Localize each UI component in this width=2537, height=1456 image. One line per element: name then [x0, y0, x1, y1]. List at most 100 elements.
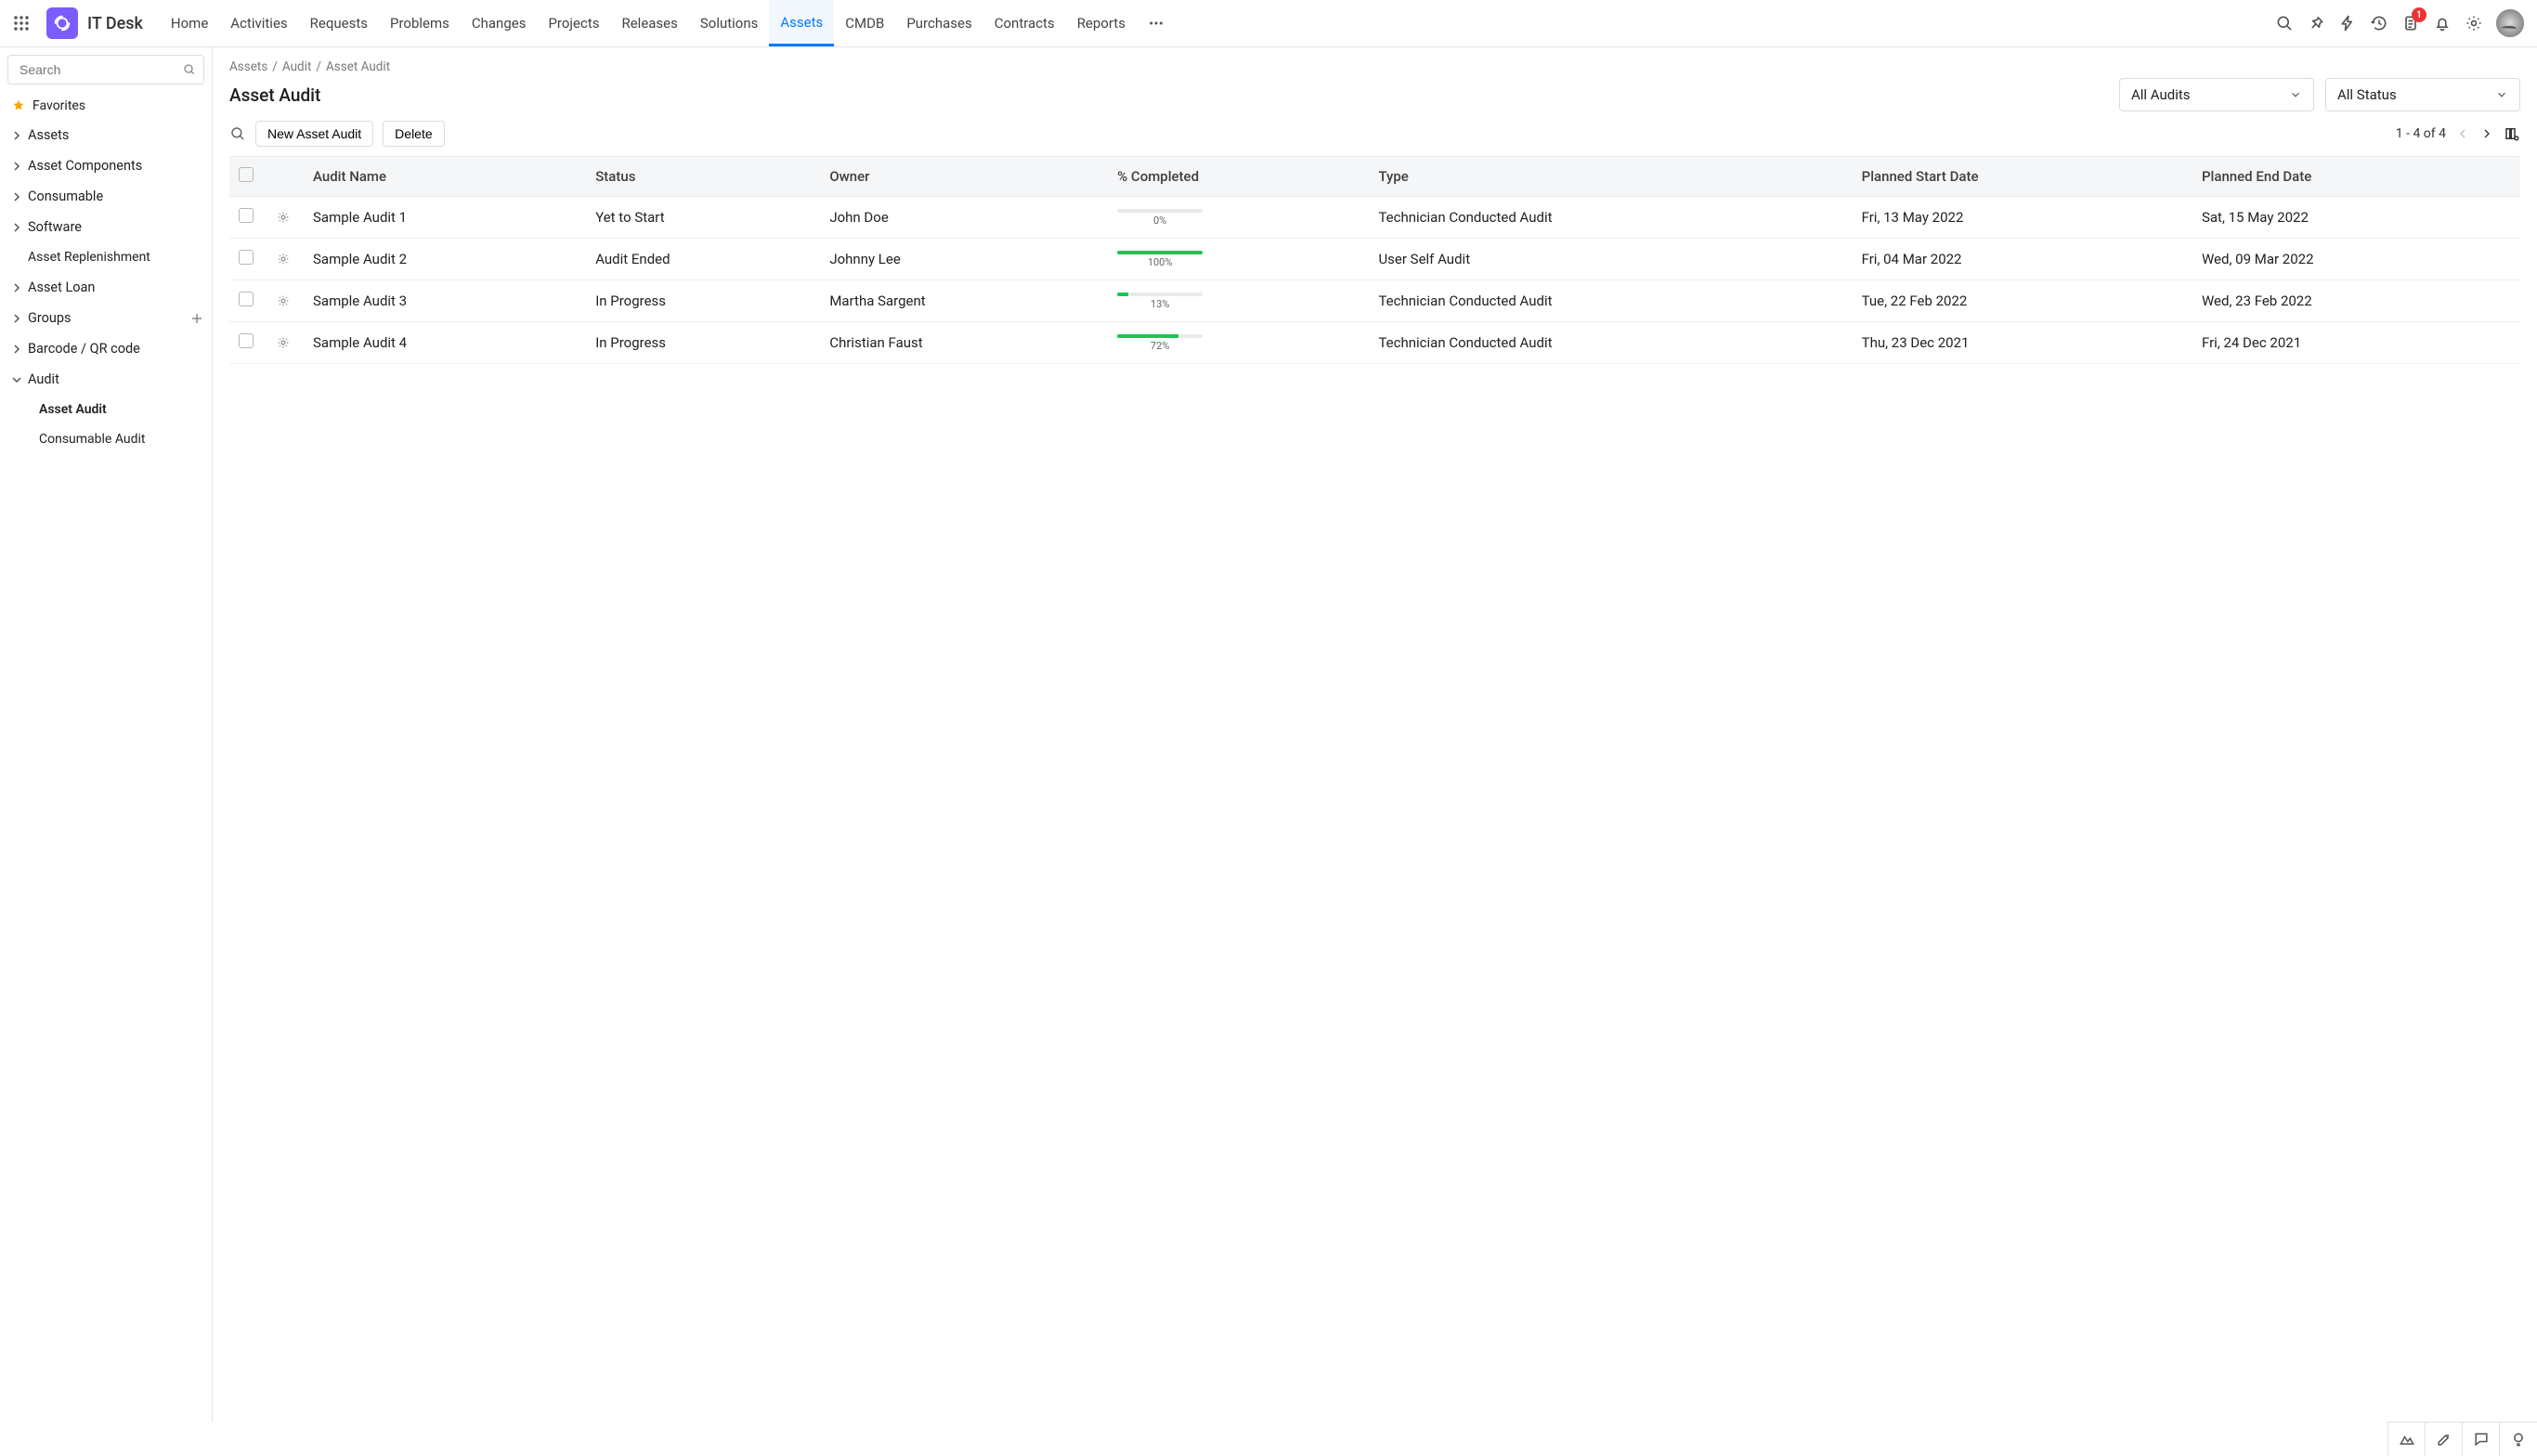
avatar[interactable] [2496, 9, 2524, 37]
row-actions-icon[interactable] [267, 280, 304, 322]
breadcrumb-item[interactable]: Audit [282, 59, 312, 74]
delete-button[interactable]: Delete [383, 121, 444, 147]
add-icon[interactable] [191, 313, 202, 324]
search-icon[interactable] [2275, 14, 2294, 32]
sidebar-item-label: Audit [28, 371, 59, 387]
col-owner[interactable]: Owner [820, 157, 1108, 197]
sidebar: Favorites Assets Asset Components Consumab… [0, 47, 213, 1423]
audit-table: Audit Name Status Owner % Completed Type… [229, 156, 2520, 364]
row-checkbox[interactable] [239, 250, 254, 265]
bolt-icon[interactable] [2338, 14, 2357, 32]
search-input[interactable] [7, 55, 204, 84]
nav-item-cmdb[interactable]: CMDB [834, 0, 895, 46]
sidebar-item-label: Asset Audit [39, 402, 107, 417]
sidebar-item-consumable-audit[interactable]: Consumable Audit [0, 424, 212, 454]
table-row[interactable]: Sample Audit 2Audit EndedJohnny Lee100%U… [229, 239, 2520, 280]
row-actions-icon[interactable] [267, 239, 304, 280]
app-logo[interactable] [46, 7, 78, 39]
sidebar-item-software[interactable]: Software [0, 212, 212, 242]
nav-item-problems[interactable]: Problems [379, 0, 461, 46]
table-row[interactable]: Sample Audit 1Yet to StartJohn Doe0%Tech… [229, 197, 2520, 239]
sidebar-item-asset-replenishment[interactable]: Asset Replenishment [0, 242, 212, 272]
filter-audits-dropdown[interactable]: All Audits [2119, 78, 2314, 111]
sidebar-item-asset-audit[interactable]: Asset Audit [0, 395, 212, 424]
page-title: Asset Audit [229, 84, 320, 106]
row-checkbox[interactable] [239, 208, 254, 223]
nav: HomeActivitiesRequestsProblemsChangesPro… [160, 0, 1137, 46]
sidebar-item-audit[interactable]: Audit [0, 364, 212, 395]
toolbar: New Asset Audit Delete 1 - 4 of 4 [229, 121, 2520, 147]
cell-pct: 72% [1108, 322, 1369, 364]
sidebar-item-assets[interactable]: Assets [0, 120, 212, 150]
nav-item-releases[interactable]: Releases [610, 0, 688, 46]
chevron-down-icon [2289, 88, 2302, 101]
col-start[interactable]: Planned Start Date [1853, 157, 2192, 197]
search-icon[interactable] [182, 62, 197, 77]
pager-prev-icon[interactable] [2455, 126, 2470, 141]
cell-end: Wed, 23 Feb 2022 [2192, 280, 2520, 322]
row-actions-icon[interactable] [267, 197, 304, 239]
nav-more-icon[interactable] [1137, 15, 1176, 32]
select-all-checkbox[interactable] [239, 167, 254, 182]
chevron-icon [11, 344, 22, 355]
sidebar-item-consumable[interactable]: Consumable [0, 181, 212, 212]
new-asset-audit-button[interactable]: New Asset Audit [255, 121, 373, 147]
nav-item-reports[interactable]: Reports [1066, 0, 1137, 46]
cell-type: Technician Conducted Audit [1369, 197, 1852, 239]
cell-pct: 13% [1108, 280, 1369, 322]
table-row[interactable]: Sample Audit 4In ProgressChristian Faust… [229, 322, 2520, 364]
col-status[interactable]: Status [586, 157, 820, 197]
nav-item-projects[interactable]: Projects [537, 0, 610, 46]
nav-item-home[interactable]: Home [160, 0, 219, 46]
sidebar-item-asset-loan[interactable]: Asset Loan [0, 272, 212, 303]
row-checkbox[interactable] [239, 292, 254, 306]
nav-item-assets[interactable]: Assets [769, 0, 834, 46]
cell-pct: 100% [1108, 239, 1369, 280]
filter-status-value: All Status [2337, 86, 2397, 103]
zia-icon[interactable] [2388, 1423, 2426, 1456]
breadcrumb-item[interactable]: Assets [229, 59, 267, 74]
nav-item-solutions[interactable]: Solutions [689, 0, 770, 46]
nav-item-purchases[interactable]: Purchases [895, 0, 982, 46]
pagination-text: 1 - 4 of 4 [2396, 126, 2446, 141]
search-icon[interactable] [229, 125, 246, 142]
col-end[interactable]: Planned End Date [2192, 157, 2520, 197]
bulb-icon[interactable] [2500, 1423, 2537, 1456]
col-pct-completed[interactable]: % Completed [1108, 157, 1369, 197]
favorites-row[interactable]: Favorites [0, 92, 212, 120]
columns-settings-icon[interactable] [2504, 125, 2520, 142]
history-icon[interactable] [2370, 14, 2388, 32]
pager-next-icon[interactable] [2479, 126, 2494, 141]
row-checkbox[interactable] [239, 333, 254, 348]
sidebar-item-label: Barcode / QR code [28, 341, 140, 357]
sidebar-item-label: Asset Components [28, 158, 142, 174]
sidebar-item-barcode-qr-code[interactable]: Barcode / QR code [0, 333, 212, 364]
cell-type: Technician Conducted Audit [1369, 280, 1852, 322]
apps-grid-icon[interactable] [13, 15, 30, 32]
table-row[interactable]: Sample Audit 3In ProgressMartha Sargent1… [229, 280, 2520, 322]
sidebar-item-label: Groups [28, 310, 72, 326]
clipboard-icon[interactable]: 1 [2401, 14, 2420, 32]
col-type[interactable]: Type [1369, 157, 1852, 197]
row-actions-icon[interactable] [267, 322, 304, 364]
nav-item-contracts[interactable]: Contracts [983, 0, 1066, 46]
bell-icon[interactable] [2433, 14, 2452, 32]
gear-icon[interactable] [2465, 14, 2483, 32]
toolbar-right: 1 - 4 of 4 [2396, 125, 2520, 142]
compose-icon[interactable] [2426, 1423, 2463, 1456]
nav-item-requests[interactable]: Requests [299, 0, 379, 46]
sidebar-item-groups[interactable]: Groups [0, 303, 212, 333]
col-audit-name[interactable]: Audit Name [304, 157, 586, 197]
header: IT Desk HomeActivitiesRequestsProblemsCh… [0, 0, 2537, 47]
pin-icon[interactable] [2307, 14, 2325, 32]
cell-status: Audit Ended [586, 239, 820, 280]
nav-item-changes[interactable]: Changes [461, 0, 538, 46]
filter-status-dropdown[interactable]: All Status [2325, 78, 2520, 111]
sidebar-item-asset-components[interactable]: Asset Components [0, 150, 212, 181]
chat-icon[interactable] [2463, 1423, 2500, 1456]
cell-audit-name: Sample Audit 1 [304, 197, 586, 239]
cell-status: Yet to Start [586, 197, 820, 239]
sidebar-item-label: Assets [28, 127, 69, 143]
sidebar-item-label: Software [28, 219, 82, 235]
nav-item-activities[interactable]: Activities [219, 0, 298, 46]
